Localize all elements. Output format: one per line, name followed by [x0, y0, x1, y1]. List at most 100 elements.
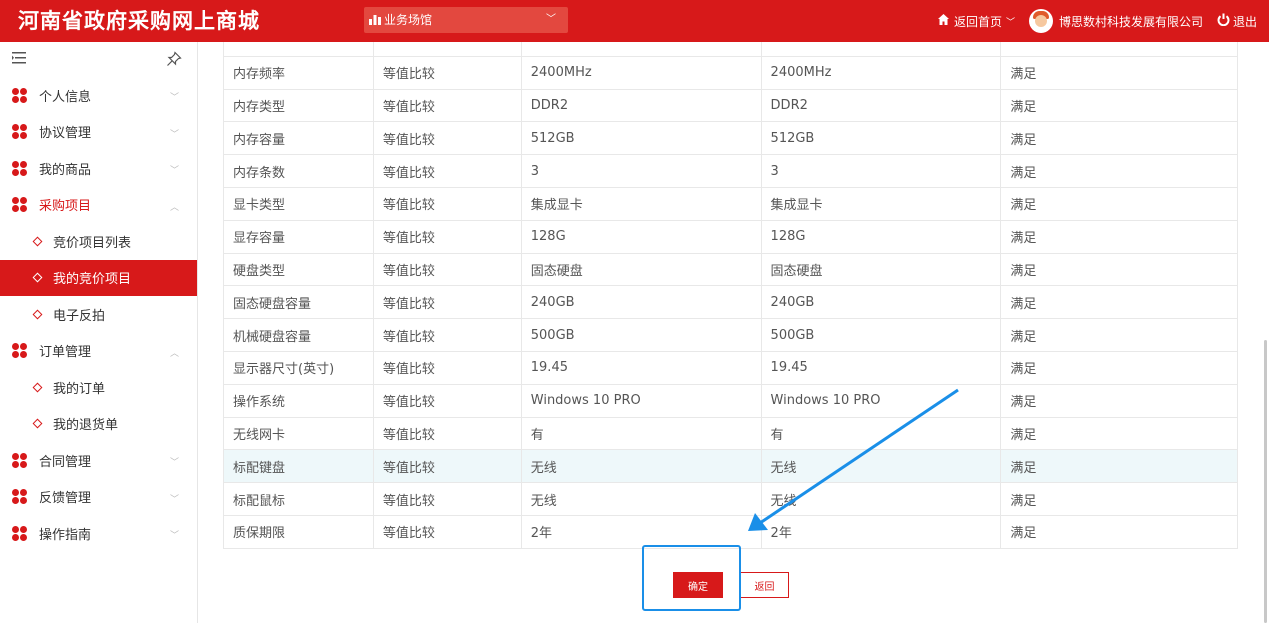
table-cell: 满足: [1000, 154, 1238, 188]
sidebar-item[interactable]: 采购项目 ︿: [0, 187, 197, 224]
table-cell: 满足: [1000, 55, 1238, 90]
sidebar-item-label: 竞价项目列表: [53, 235, 132, 251]
table-cell: 机械硬盘容量: [223, 318, 374, 352]
logout-button[interactable]: 退出: [1217, 13, 1257, 30]
sidebar-item[interactable]: 反馈管理 ﹀: [0, 479, 197, 516]
table-cell: 满足: [1000, 383, 1238, 418]
chevron-down-icon: ﹀: [169, 531, 179, 541]
home-link[interactable]: 返回首页 ﹀: [937, 13, 1015, 30]
sidebar-item[interactable]: 协议管理 ﹀: [0, 114, 197, 151]
table-cell: 满足: [1000, 318, 1238, 352]
home-link-label: 返回首页: [953, 14, 1002, 29]
chevron-up-icon: ︿: [169, 348, 179, 359]
table-row: 内存类型 等值比较 DDR2 DDR2 满足: [223, 88, 1238, 123]
table-cell: 固态硬盘: [520, 252, 762, 287]
table-row: 内存条数 等值比较 3 3 满足: [223, 154, 1238, 188]
table-cell: 满足: [1000, 449, 1238, 484]
clover-icon: [12, 160, 27, 176]
sidebar-item[interactable]: 我的竞价项目: [0, 259, 197, 296]
sidebar-item[interactable]: 竞价项目列表: [0, 223, 197, 260]
diamond-icon: [32, 236, 43, 247]
table-cell: 无线网卡: [223, 416, 374, 451]
sidebar-item[interactable]: 个人信息 ﹀: [0, 77, 197, 114]
table-cell: 满足: [1000, 219, 1238, 254]
company-name: 博思数村科技发展有限公司: [1058, 14, 1203, 29]
table-row: 硬盘类型 等值比较 固态硬盘 固态硬盘 满足: [223, 252, 1238, 287]
table-cell: 2400MHz: [760, 55, 1002, 90]
table-cell: 固态硬盘容量: [223, 285, 374, 320]
diamond-icon: [32, 382, 43, 393]
menu-toggle-icon[interactable]: [12, 52, 26, 68]
table-cell: 显卡类型: [223, 186, 374, 221]
chevron-down-icon: ﹀: [169, 166, 179, 176]
table-cell: 满足: [1000, 285, 1238, 320]
table-row: 显存容量 等值比较 128G 128G 满足: [223, 219, 1238, 254]
table-cell: [223, 42, 374, 57]
table-cell: 显示器尺寸(英寸): [223, 350, 374, 385]
table-cell: 500GB: [520, 318, 762, 352]
table-row: 固态硬盘容量 等值比较 240GB 240GB 满足: [223, 285, 1238, 320]
bar-chart-icon: [369, 8, 381, 34]
table-cell: 无线: [760, 482, 1002, 516]
table-cell: 等值比较: [372, 350, 522, 385]
table-cell: Windows 10 PRO: [760, 383, 1002, 418]
table-row: 内存容量 等值比较 512GB 512GB 满足: [223, 121, 1238, 156]
table-cell: 等值比较: [372, 186, 522, 221]
scrollbar[interactable]: [1264, 340, 1267, 623]
sidebar-item-label: 我的退货单: [53, 418, 119, 434]
back-button[interactable]: 返回: [740, 572, 789, 598]
table-cell: 19.45: [520, 350, 762, 385]
table-cell: [372, 42, 522, 57]
table-cell: 集成显卡: [520, 186, 762, 221]
home-icon: [937, 14, 949, 28]
clover-icon: [12, 87, 27, 103]
sidebar-item[interactable]: 订单管理 ︿: [0, 333, 197, 370]
table-row: 质保期限 等值比较 2年 2年 满足: [223, 514, 1238, 549]
table-row: 操作系统 等值比较 Windows 10 PRO Windows 10 PRO 满足: [223, 383, 1238, 418]
chevron-down-icon: ﹀: [169, 129, 179, 140]
sidebar: 个人信息 ﹀ 协议管理 ﹀ 我的商品 ﹀ 采购项目 ︿ 竞价项目列表我的竞价项目 电子反拍 订单管理…: [0, 42, 198, 623]
clover-icon: [12, 489, 27, 505]
table-cell: 512GB: [520, 121, 762, 156]
table-row: 机械硬盘容量 等值比较 500GB 500GB 满足: [223, 318, 1238, 352]
sidebar-item-label: 合同管理: [39, 454, 92, 470]
table-cell: 3: [760, 154, 1002, 188]
clover-icon: [12, 452, 27, 468]
business-hall-label: 业务场馆: [384, 13, 433, 27]
table-cell: 集成显卡: [760, 186, 1002, 221]
table-cell: 等值比较: [372, 482, 522, 516]
table-cell: 2400MHz: [520, 55, 762, 90]
table-cell: 等值比较: [372, 514, 522, 549]
sidebar-item-label: 操作指南: [39, 527, 92, 543]
table-cell: 质保期限: [223, 514, 374, 549]
pin-icon[interactable]: [166, 51, 182, 71]
table-cell: 等值比较: [372, 252, 522, 287]
table-cell: 满足: [1000, 88, 1238, 123]
user-account[interactable]: 博思数村科技发展有限公司: [1028, 9, 1203, 33]
table-cell: [520, 42, 762, 57]
chevron-down-icon: ﹀: [169, 458, 179, 468]
spec-compare-table: 内存频率 等值比较 2400MHz 2400MHz 满足 内存类型 等值比较 DDR2 DDR2…: [223, 42, 1238, 549]
table-cell: 512GB: [760, 121, 1002, 156]
chevron-down-icon: ﹀: [1005, 17, 1015, 28]
sidebar-item[interactable]: 电子反拍: [0, 296, 197, 333]
diamond-icon: [32, 272, 43, 283]
sidebar-item[interactable]: 我的订单: [0, 369, 197, 406]
sidebar-item[interactable]: 操作指南 ﹀: [0, 515, 197, 552]
logout-label: 退出: [1232, 14, 1257, 29]
table-cell: DDR2: [520, 88, 762, 123]
table-row: 无线网卡 等值比较有有满足: [223, 416, 1238, 451]
table-cell: 标配鼠标: [223, 482, 374, 516]
table-row: 标配键盘 等值比较 无线 无线 满足: [223, 449, 1238, 484]
site-title: 河南省政府采购网上商城: [18, 8, 260, 33]
table-cell: 满足: [1000, 121, 1238, 156]
business-hall-select[interactable]: 业务场馆 ﹀: [364, 7, 568, 33]
sidebar-item[interactable]: 合同管理 ﹀: [0, 442, 197, 479]
sidebar-item[interactable]: 我的商品 ﹀: [0, 150, 197, 187]
table-cell: 240GB: [760, 285, 1002, 320]
sidebar-item[interactable]: 我的退货单: [0, 406, 197, 443]
table-row: 显示器尺寸(英寸) 等值比较 19.45 19.45 满足: [223, 350, 1238, 385]
table-cell: 满足: [1000, 482, 1238, 516]
chevron-down-icon: ﹀: [169, 93, 179, 103]
sidebar-item-label: 我的订单: [53, 381, 106, 397]
